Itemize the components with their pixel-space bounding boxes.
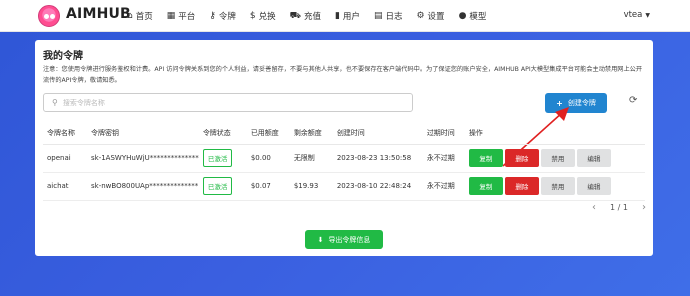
nav-item-models[interactable]: ● 模型 <box>452 0 494 32</box>
book-icon: ▤ <box>373 11 383 21</box>
delete-button[interactable]: 删除 <box>504 149 539 167</box>
home-icon: ⌂ <box>127 11 133 21</box>
export-tokens-label: 导出令牌信息 <box>328 235 371 244</box>
edit-button[interactable]: 编辑 <box>576 177 611 195</box>
dollar-icon: $ <box>249 11 256 21</box>
caret-down-icon: ▼ <box>645 12 650 19</box>
table-row: aichat sk-nwBO800UAp************** 已激活 $… <box>43 172 645 201</box>
export-tokens-button[interactable]: ⬇ 导出令牌信息 <box>305 230 383 249</box>
gear-icon: ⚙ <box>416 11 425 21</box>
expire-time: 永不过期 <box>422 172 465 201</box>
disable-button[interactable]: 禁用 <box>540 177 575 195</box>
column-header[interactable]: 过期时间 <box>422 122 465 145</box>
status-badge: 已激活 <box>202 149 233 167</box>
token-key: sk-nwBO800UAp************** <box>87 172 199 201</box>
page-indicator: 1 / 1 <box>610 203 628 212</box>
search-box[interactable]: ⚲ <box>43 93 413 112</box>
nav-item-label: 用户 <box>342 12 360 22</box>
column-header[interactable]: 令牌状态 <box>198 122 247 145</box>
notice-text: 注意：您使用令牌进行服务鉴权和计费。API 访问令牌关系到您的个人利益，请妥善留… <box>43 66 643 84</box>
search-icon: ⚲ <box>52 98 58 107</box>
delete-button[interactable]: 删除 <box>504 177 539 195</box>
key-icon: ⚷ <box>209 11 216 21</box>
cart-icon: ⛟ <box>289 10 301 21</box>
status-badge: 已激活 <box>202 177 233 195</box>
pagination: ‹ 1 / 1 › <box>585 202 653 213</box>
username: vtea <box>623 10 643 20</box>
column-header[interactable]: 创建时间 <box>332 122 423 145</box>
remaining-quota: 无限制 <box>289 144 333 173</box>
nav-item-logs[interactable]: ▤ 日志 <box>367 0 410 32</box>
edit-button[interactable]: 编辑 <box>576 149 611 167</box>
column-header[interactable]: 剩余额度 <box>289 122 333 145</box>
nav-item-label: 首页 <box>135 12 153 22</box>
nav-item-platform[interactable]: ▦ 平台 <box>160 0 203 32</box>
nav-item-label: 平台 <box>178 12 196 22</box>
table-row: openai sk-1ASWYHuWjU************** 已激活 $… <box>43 144 645 173</box>
nav-item-label: 兑换 <box>258 12 276 22</box>
token-key: sk-1ASWYHuWjU************** <box>87 144 199 173</box>
tokens-table: 令牌名称 令牌密钥 令牌状态 已用额度 剩余额度 创建时间 过期时间 操作 op… <box>43 122 645 201</box>
nav-item-label: 设置 <box>427 12 445 22</box>
top-navbar: AIMHUB ⌂ 首页 ▦ 平台 ⚷ 令牌 $ 兑换 ⛟ 充值 ▮ 用户 ▤ 日… <box>0 0 690 32</box>
nav-item-home[interactable]: ⌂ 首页 <box>120 0 160 32</box>
expire-time: 永不过期 <box>422 144 465 173</box>
search-input[interactable] <box>62 98 383 107</box>
created-time: 2023-08-23 13:50:58 <box>332 144 423 173</box>
table-header-row: 令牌名称 令牌密钥 令牌状态 已用额度 剩余额度 创建时间 过期时间 操作 <box>43 122 645 145</box>
nav-item-settings[interactable]: ⚙ 设置 <box>409 0 451 32</box>
nav-item-label: 模型 <box>469 12 487 22</box>
main-nav: ⌂ 首页 ▦ 平台 ⚷ 令牌 $ 兑换 ⛟ 充值 ▮ 用户 ▤ 日志 ⚙ 设置 <box>120 0 493 32</box>
token-name: openai <box>43 144 87 173</box>
disable-button[interactable]: 禁用 <box>540 149 575 167</box>
used-quota: $0.07 <box>246 172 290 201</box>
nav-item-label: 令牌 <box>218 12 236 22</box>
copy-button[interactable]: 复制 <box>468 149 503 167</box>
used-quota: $0.00 <box>246 144 290 173</box>
column-header[interactable]: 令牌密钥 <box>87 122 199 145</box>
nav-item-redeem[interactable]: $ 兑换 <box>243 0 283 32</box>
user-menu[interactable]: vtea ▼ <box>624 10 650 20</box>
column-header: 操作 <box>464 122 645 145</box>
token-name: aichat <box>43 172 87 201</box>
column-header[interactable]: 令牌名称 <box>43 122 87 145</box>
chevron-left-icon[interactable]: ‹ <box>592 202 596 213</box>
brand-logo-icon[interactable] <box>38 5 60 27</box>
user-icon: ▮ <box>334 11 340 21</box>
remaining-quota: $19.93 <box>289 172 333 201</box>
nav-item-tokens[interactable]: ⚷ 令牌 <box>202 0 243 32</box>
copy-button[interactable]: 复制 <box>468 177 503 195</box>
page-title: 我的令牌 <box>43 51 83 62</box>
created-time: 2023-08-10 22:48:24 <box>332 172 423 201</box>
refresh-icon[interactable]: ⟳ <box>629 95 637 106</box>
nav-item-users[interactable]: ▮ 用户 <box>328 0 367 32</box>
nav-item-label: 日志 <box>385 12 403 22</box>
grid-icon: ▦ <box>166 11 176 21</box>
nav-item-label: 充值 <box>303 12 321 22</box>
column-header[interactable]: 已用额度 <box>246 122 290 145</box>
nav-item-topup[interactable]: ⛟ 充值 <box>283 0 328 32</box>
info-icon: ● <box>458 11 467 21</box>
tokens-card: 我的令牌 注意：您使用令牌进行服务鉴权和计费。API 访问令牌关系到您的个人利益… <box>35 40 653 256</box>
download-icon: ⬇ <box>317 235 324 244</box>
chevron-right-icon[interactable]: › <box>642 202 646 213</box>
